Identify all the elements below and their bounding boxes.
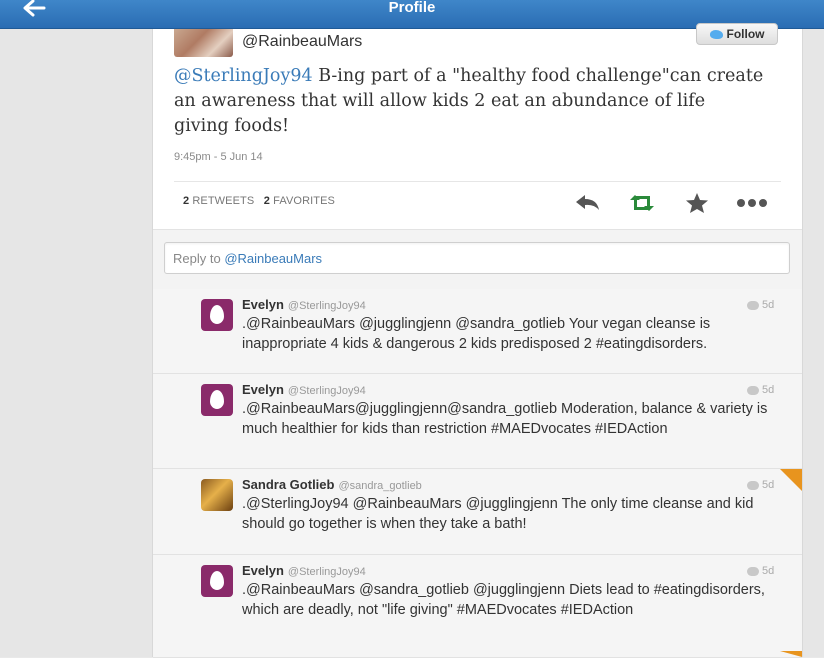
avatar[interactable] — [201, 299, 233, 331]
reply-author[interactable]: Sandra Gotlieb @sandra_gotlieb — [242, 477, 422, 492]
reply-text: .@RainbeauMars@jugglingjenn@sandra_gotli… — [242, 401, 768, 437]
reply-age: 5d — [747, 479, 774, 491]
divider — [174, 181, 781, 182]
corner-badge — [780, 651, 802, 657]
follow-label: Follow — [726, 27, 765, 41]
more-icon[interactable] — [736, 192, 770, 214]
avatar[interactable] — [201, 384, 233, 416]
reply-username[interactable]: @SterlingJoy94 — [288, 300, 366, 312]
speech-bubble-icon — [747, 300, 759, 310]
reply-input[interactable]: Reply to @RainbeauMars — [164, 242, 790, 274]
follow-button[interactable]: Follow — [696, 23, 778, 45]
tweet-text: @SterlingJoy94 B-ing part of a "healthy … — [174, 64, 764, 139]
right-gutter — [801, 29, 824, 657]
left-gutter — [0, 29, 152, 657]
tweet-stats: 2 RETWEETS 2 FAVORITES — [183, 195, 335, 207]
reply-placeholder: Reply to — [173, 251, 225, 266]
twitter-bird-icon — [709, 30, 723, 40]
speech-bubble-icon — [747, 566, 759, 576]
author-handle[interactable]: @RainbeauMars — [242, 33, 362, 51]
speech-bubble-icon — [747, 480, 759, 490]
reply-mention: @RainbeauMars — [224, 251, 323, 266]
reply-text: .@RainbeauMars @sandra_gotlieb @juggling… — [242, 582, 765, 618]
reply-username[interactable]: @SterlingJoy94 — [288, 385, 366, 397]
list-item[interactable]: Sandra Gotlieb @sandra_gotlieb 5d .@Sterl… — [153, 469, 802, 555]
list-item[interactable]: Evelyn @SterlingJoy94 5d .@RainbeauMars @… — [153, 555, 802, 658]
reply-age: 5d — [747, 565, 774, 577]
author-avatar[interactable] — [174, 29, 233, 57]
reply-text: .@RainbeauMars @jugglingjenn @sandra_got… — [242, 316, 711, 352]
reply-author[interactable]: Evelyn @SterlingJoy94 — [242, 563, 366, 578]
retweet-icon[interactable] — [627, 192, 657, 214]
reply-username[interactable]: @SterlingJoy94 — [288, 566, 366, 578]
retweets-count[interactable]: 2 — [183, 195, 189, 207]
avatar[interactable] — [201, 479, 233, 511]
star-icon[interactable] — [682, 192, 712, 214]
tweet-timestamp[interactable]: 9:45pm - 5 Jun 14 — [174, 151, 263, 163]
tweet-detail-panel: @RainbeauMars Follow @SterlingJoy94 B-in… — [152, 23, 803, 658]
speech-bubble-icon — [747, 385, 759, 395]
reply-age: 5d — [747, 384, 774, 396]
reply-age: 5d — [747, 299, 774, 311]
reply-author[interactable]: Evelyn @SterlingJoy94 — [242, 382, 366, 397]
reply-text: .@SterlingJoy94 @RainbeauMars @jugglingj… — [242, 496, 754, 532]
reply-author[interactable]: Evelyn @SterlingJoy94 — [242, 297, 366, 312]
list-item[interactable]: Evelyn @SterlingJoy94 5d .@RainbeauMars@j… — [153, 374, 802, 469]
page-title: Profile — [388, 0, 436, 16]
reply-icon[interactable] — [573, 192, 603, 214]
reply-username[interactable]: @sandra_gotlieb — [338, 480, 421, 492]
avatar[interactable] — [201, 565, 233, 597]
favorites-count[interactable]: 2 — [264, 195, 270, 207]
tweet-mention-link[interactable]: @SterlingJoy94 — [174, 66, 313, 86]
retweets-label[interactable]: RETWEETS — [192, 195, 254, 207]
list-item[interactable]: Evelyn @SterlingJoy94 5d .@RainbeauMars @… — [153, 289, 802, 374]
favorites-label[interactable]: FAVORITES — [273, 195, 335, 207]
corner-badge — [780, 469, 802, 491]
